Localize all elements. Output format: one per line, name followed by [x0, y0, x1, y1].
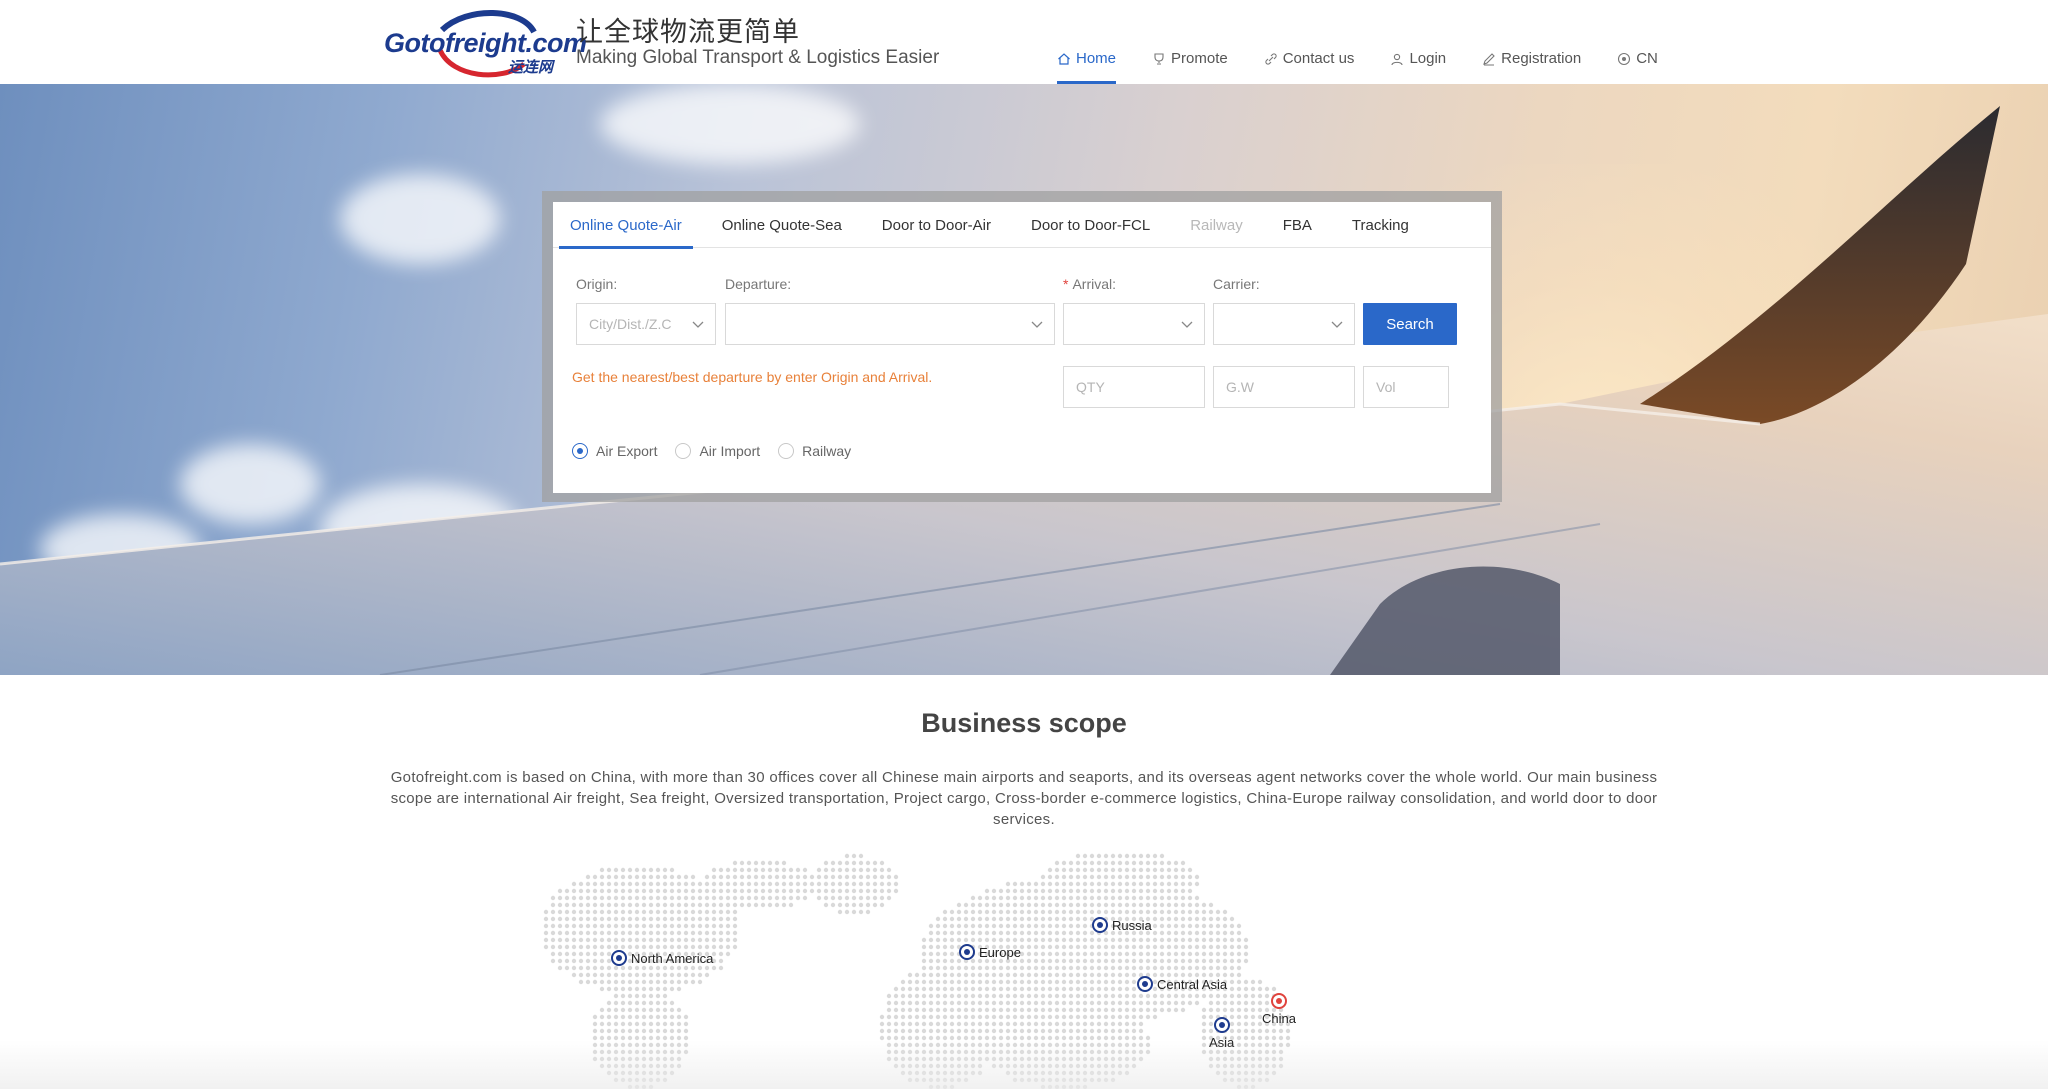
location-pin-icon [1092, 917, 1108, 933]
arrival-label: * Arrival: [1063, 276, 1117, 292]
carrier-label: Carrier: [1213, 276, 1260, 292]
location-pin-icon [611, 950, 627, 966]
search-button[interactable]: Search [1363, 303, 1457, 345]
nav-registration-label: Registration [1501, 50, 1582, 67]
dotted-world-map-image [543, 853, 1291, 1089]
chevron-down-icon [1031, 321, 1043, 328]
nav-home-label: Home [1076, 50, 1117, 67]
marker-europe[interactable]: Europe [959, 944, 1021, 960]
nav-registration[interactable]: Registration [1482, 50, 1581, 84]
origin-select[interactable]: City/Dist./Z.C [576, 303, 716, 345]
marker-label: Central Asia [1157, 976, 1228, 992]
radio-railway[interactable]: Railway [778, 443, 851, 459]
tab-railway[interactable]: Railway [1179, 202, 1254, 248]
radio-checked-icon [572, 443, 588, 459]
gross-weight-input[interactable]: G.W [1213, 366, 1355, 408]
marker-label: Russia [1112, 917, 1152, 933]
quote-panel: Online Quote-Air Online Quote-Sea Door t… [553, 202, 1491, 493]
radio-air-export[interactable]: Air Export [572, 443, 657, 459]
gotofreight-logo[interactable]: Gotofreight.com 运连网 [382, 8, 587, 78]
marker-russia[interactable]: Russia [1092, 917, 1152, 933]
radio-unchecked-icon [778, 443, 795, 459]
tab-online-quote-sea[interactable]: Online Quote-Sea [711, 202, 853, 248]
trophy-icon [1152, 52, 1166, 66]
marker-label: North America [631, 950, 714, 966]
marker-label: Europe [979, 944, 1021, 960]
tab-tracking[interactable]: Tracking [1341, 202, 1420, 248]
departure-hint-text: Get the nearest/best departure by enter … [572, 369, 933, 385]
main-nav: Home Promote Contact us Login Registrati… [1057, 50, 1694, 84]
nav-language-label: CN [1636, 50, 1658, 67]
site-header: Gotofreight.com 运连网 让全球物流更简单 Making Glob… [0, 0, 2048, 84]
tab-door-to-door-air[interactable]: Door to Door-Air [871, 202, 1002, 248]
location-pin-icon [1270, 993, 1287, 1009]
origin-label: Origin: [576, 276, 618, 292]
slogan-cn: 让全球物流更简单 [576, 17, 800, 48]
home-icon [1057, 52, 1071, 66]
marker-asia[interactable]: Asia [1209, 1017, 1234, 1050]
marker-label: Asia [1209, 1035, 1235, 1050]
departure-label: Departure: [725, 276, 792, 292]
radio-railway-label: Railway [802, 443, 852, 459]
location-pin-icon [1137, 976, 1153, 992]
location-pin-icon [1213, 1017, 1230, 1033]
nav-home[interactable]: Home [1057, 50, 1117, 84]
qty-input[interactable]: QTY [1063, 366, 1205, 408]
chevron-down-icon [1331, 321, 1343, 328]
nav-language-cn[interactable]: CN [1617, 50, 1658, 84]
nav-login[interactable]: Login [1390, 50, 1446, 84]
radio-air-import[interactable]: Air Import [675, 443, 760, 459]
arrival-select[interactable] [1063, 303, 1205, 345]
chevron-down-icon [692, 321, 704, 328]
nav-contact-label: Contact us [1282, 50, 1355, 67]
logo-cn-text: 运连网 [508, 59, 554, 76]
logo-text: Gotofreight.com [384, 28, 587, 58]
carrier-select[interactable] [1213, 303, 1355, 345]
tab-fba[interactable]: FBA [1272, 202, 1323, 248]
pencil-icon [1482, 52, 1496, 66]
radio-air-export-label: Air Export [596, 443, 658, 459]
business-scope-text: Gotofreight.com is based on China, with … [390, 769, 1658, 828]
marker-label: China [1262, 1011, 1296, 1026]
nav-promote[interactable]: Promote [1152, 50, 1228, 84]
radio-air-import-label: Air Import [699, 443, 761, 459]
world-map: North America Europe Russia Central Asia… [500, 845, 1440, 1089]
departure-select[interactable] [725, 303, 1055, 345]
tab-door-to-door-fcl[interactable]: Door to Door-FCL [1020, 202, 1161, 248]
location-pin-icon [959, 944, 975, 960]
radio-unchecked-icon [675, 443, 692, 459]
business-scope-title: Business scope [921, 708, 1127, 738]
quote-tabs: Online Quote-Air Online Quote-Sea Door t… [553, 202, 1491, 249]
shipment-type-radios: Air Export Air Import Railway [572, 443, 869, 459]
marker-north-america[interactable]: North America [611, 950, 713, 966]
nav-contact-us[interactable]: Contact us [1264, 50, 1355, 84]
user-icon [1390, 52, 1404, 66]
chevron-down-icon [1181, 321, 1193, 328]
tab-online-quote-air[interactable]: Online Quote-Air [559, 202, 693, 249]
origin-placeholder: City/Dist./Z.C [589, 316, 672, 332]
language-icon [1617, 52, 1631, 66]
slogan-en: Making Global Transport & Logistics Easi… [576, 47, 940, 68]
nav-promote-label: Promote [1171, 50, 1228, 67]
nav-login-label: Login [1409, 50, 1447, 67]
link-icon [1264, 52, 1278, 66]
marker-central-asia[interactable]: Central Asia [1137, 976, 1227, 992]
required-mark: * [1063, 276, 1069, 292]
marker-china[interactable]: China [1262, 993, 1296, 1026]
volume-input[interactable]: Vol [1363, 366, 1449, 408]
